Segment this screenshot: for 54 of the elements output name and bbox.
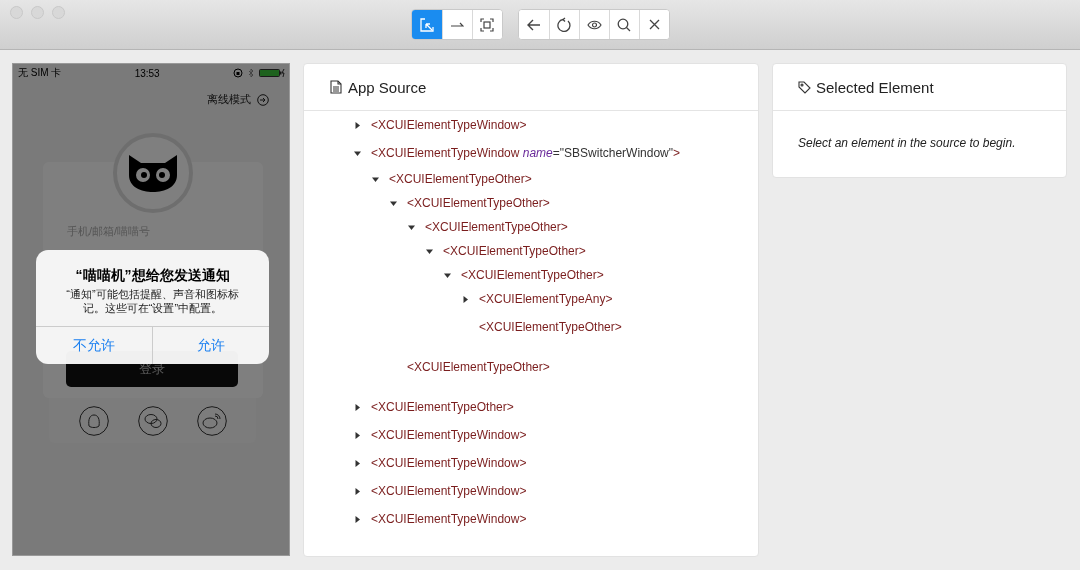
- expanded-arrow-icon[interactable]: [354, 149, 361, 157]
- tree-node-label[interactable]: <XCUIElementTypeAny>: [479, 292, 613, 306]
- document-icon: [330, 80, 342, 94]
- tree-node-label[interactable]: <XCUIElementTypeOther>: [389, 172, 532, 186]
- tree-node-label[interactable]: <XCUIElementTypeOther>: [461, 268, 604, 282]
- expanded-arrow-icon[interactable]: [444, 271, 451, 279]
- collapsed-arrow-icon[interactable]: [354, 515, 361, 523]
- tree-node-label[interactable]: <XCUIElementTypeWindow>: [371, 456, 527, 470]
- collapsed-arrow-icon[interactable]: [354, 431, 361, 439]
- select-element-icon: [419, 17, 434, 32]
- tree-node-label[interactable]: <XCUIElementTypeOther>: [479, 320, 622, 334]
- battery-icon: [259, 68, 285, 78]
- tree-node-label[interactable]: <XCUIElementTypeWindow>: [371, 428, 527, 442]
- collapsed-arrow-icon[interactable]: [354, 459, 361, 467]
- alert-title: “喵喵机”想给您发送通知: [74, 266, 231, 285]
- tree-node-label[interactable]: <XCUIElementTypeWindow name="SBSwitcherWindow">: [371, 146, 680, 160]
- collapsed-arrow-icon[interactable]: [354, 121, 361, 129]
- cat-face-icon: [127, 153, 179, 193]
- toolbar-button[interactable]: [638, 10, 669, 39]
- tree-node-label[interactable]: <XCUIElementTypeOther>: [407, 196, 550, 210]
- expanded-arrow-icon[interactable]: [372, 175, 379, 183]
- collapsed-arrow-icon[interactable]: [462, 295, 469, 303]
- tree-node-label[interactable]: <XCUIElementTypeOther>: [371, 400, 514, 414]
- eye-icon: [586, 19, 602, 30]
- carrier-label: 无 SIM 卡: [18, 66, 62, 80]
- toolbar-button[interactable]: [471, 10, 502, 39]
- tree-node-label[interactable]: <XCUIElementTypeWindow>: [371, 484, 527, 498]
- tree-node-label[interactable]: <XCUIElementTypeWindow>: [371, 512, 527, 526]
- tree-node-label[interactable]: <XCUIElementTypeOther>: [443, 244, 586, 258]
- tag-icon: [798, 80, 811, 94]
- tree-node-label[interactable]: <XCUIElementTypeWindow>: [371, 118, 527, 132]
- empty-state-message: Select an element in the source to begin.: [797, 135, 1017, 150]
- expanded-arrow-icon[interactable]: [408, 223, 415, 231]
- penguin-icon[interactable]: [78, 405, 109, 436]
- chat-bubbles-icon[interactable]: [137, 405, 168, 436]
- expanded-arrow-icon[interactable]: [426, 247, 433, 255]
- alert-message: “通知”可能包括提醒、声音和图标标记。这些可在“设置”中配置。: [65, 287, 240, 316]
- refresh-icon: [557, 17, 571, 32]
- collapsed-arrow-icon[interactable]: [354, 487, 361, 495]
- bluetooth-icon: [248, 68, 254, 78]
- expanded-arrow-icon[interactable]: [390, 199, 397, 207]
- tree-node-label[interactable]: <XCUIElementTypeOther>: [407, 360, 550, 374]
- panel-title: Selected Element: [816, 78, 934, 96]
- search-icon: [617, 17, 631, 32]
- panel-title: App Source: [348, 78, 427, 96]
- tree-node-label[interactable]: <XCUIElementTypeOther>: [425, 220, 568, 234]
- close-icon: [648, 19, 660, 30]
- offline-mode-link[interactable]: 离线模式: [207, 92, 251, 107]
- orientation-lock-icon: [233, 68, 243, 78]
- back-arrow-icon: [526, 18, 541, 31]
- status-time: 13:53: [134, 67, 160, 79]
- alert-button[interactable]: 允许: [152, 327, 269, 364]
- frame-icon: [480, 17, 494, 32]
- collapsed-arrow-icon[interactable]: [354, 403, 361, 411]
